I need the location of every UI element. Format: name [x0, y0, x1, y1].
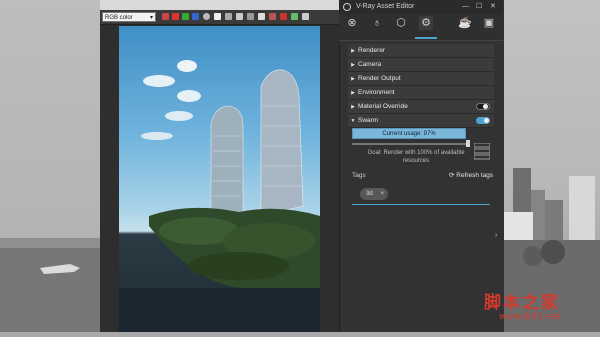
render-image: [119, 26, 320, 332]
section-camera[interactable]: ▶ Camera: [348, 58, 494, 72]
collapse-arrow-icon: ▶: [351, 48, 355, 54]
watermark-title: 脚本之家: [484, 293, 560, 313]
background-scene-left: [0, 0, 100, 332]
remove-tag-icon[interactable]: ×: [380, 188, 384, 200]
chevron-down-icon: ▾: [149, 15, 153, 21]
refresh-icon: ⟳: [449, 172, 455, 179]
swarm-nodes-icon[interactable]: [473, 142, 491, 161]
save-icon[interactable]: [162, 13, 169, 20]
collapse-arrow-icon: ▶: [351, 104, 355, 110]
collapse-arrow-icon: ▶: [351, 62, 355, 68]
goal-slider-track[interactable]: [352, 143, 470, 145]
mono-icon[interactable]: [214, 13, 221, 20]
collapse-arrow-icon: ▶: [351, 90, 355, 96]
toggle-knob: [484, 118, 489, 123]
geometry-tab-icon[interactable]: ⬡: [394, 16, 408, 30]
nodes-grid: [473, 142, 491, 160]
right-scenery: [503, 168, 600, 332]
alpha-icon[interactable]: [203, 13, 210, 20]
section-material-override[interactable]: ▶ Material Override: [348, 100, 494, 114]
settings-tab-icon[interactable]: ⚙: [419, 16, 433, 30]
collapse-arrow-icon: ▶: [351, 76, 355, 82]
frame-buffer-menubar: [100, 0, 339, 10]
material-override-toggle[interactable]: [476, 103, 490, 110]
goal-text: Goal: Render with 100% of available reso…: [367, 150, 465, 164]
close-button[interactable]: ✕: [490, 1, 496, 13]
background-scene-right: [503, 0, 600, 332]
green-channel-icon[interactable]: [182, 13, 189, 20]
blue-channel-icon[interactable]: [192, 13, 199, 20]
panel-expand-arrow-icon[interactable]: ›: [495, 232, 497, 239]
tag-chip[interactable]: 3d ×: [360, 188, 388, 200]
toggle-knob: [483, 104, 488, 109]
editor-title: V-Ray Asset Editor: [356, 3, 415, 10]
maximize-button[interactable]: ☐: [476, 1, 482, 13]
red-channel-icon[interactable]: [172, 13, 179, 20]
lights-tab-icon[interactable]: ♁: [370, 16, 384, 30]
current-usage-bar: Current usage: 97%: [352, 128, 466, 139]
section-environment[interactable]: ▶ Environment: [348, 86, 494, 100]
left-scenery: [0, 238, 100, 332]
stop-render-icon[interactable]: [280, 13, 287, 20]
render-teapot-icon[interactable]: ☕: [458, 16, 472, 30]
refresh-tags-button[interactable]: ⟳ Refresh tags: [449, 171, 493, 179]
expand-arrow-icon: ▼: [350, 118, 356, 124]
link-icon[interactable]: [247, 13, 254, 20]
section-renderer[interactable]: ▶ Renderer: [348, 44, 494, 58]
rendered-scene: [119, 60, 320, 332]
history-icon[interactable]: [225, 13, 232, 20]
render-icon[interactable]: [291, 13, 298, 20]
channel-select[interactable]: RGB color ▾: [102, 12, 156, 22]
minimize-button[interactable]: —: [462, 1, 469, 13]
clear-icon[interactable]: [269, 13, 276, 20]
goal-slider-handle[interactable]: [466, 140, 470, 147]
materials-tab-icon[interactable]: ⊗: [345, 16, 359, 30]
section-render-output[interactable]: ▶ Render Output: [348, 72, 494, 86]
frame-buffer-tab-icon[interactable]: ▣: [482, 16, 496, 30]
vray-logo-icon: [343, 3, 351, 11]
active-tab-indicator: [415, 37, 437, 39]
section-swarm[interactable]: ▼ Swarm: [348, 114, 494, 128]
settings-icon[interactable]: [302, 13, 309, 20]
tags-label: Tags: [352, 172, 366, 179]
swarm-toggle[interactable]: [476, 117, 490, 124]
watermark-url: www.jb51.net: [499, 312, 561, 322]
region-icon[interactable]: [236, 13, 243, 20]
channel-select-value: RGB color: [105, 15, 133, 21]
track-mouse-icon[interactable]: [258, 13, 265, 20]
